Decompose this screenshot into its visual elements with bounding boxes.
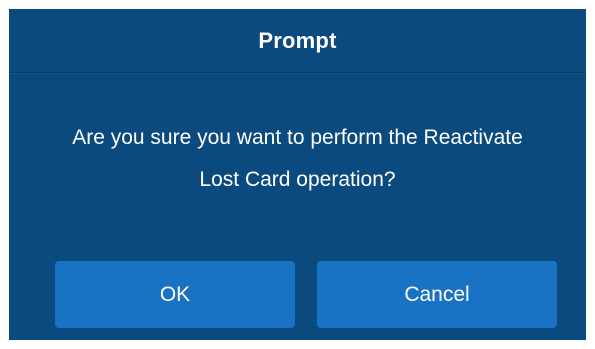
dialog-message-line-1: Are you sure you want to perform the Rea… [72,126,523,149]
ok-button[interactable]: OK [55,261,295,328]
dialog-message: Are you sure you want to perform the Rea… [9,117,586,201]
dialog-message-line-2: Lost Card operation? [199,168,396,191]
cancel-button[interactable]: Cancel [317,261,557,328]
dialog-title-bar: Prompt [9,9,586,73]
dialog-title: Prompt [258,27,337,53]
prompt-dialog: Prompt Are you sure you want to perform … [9,9,586,340]
